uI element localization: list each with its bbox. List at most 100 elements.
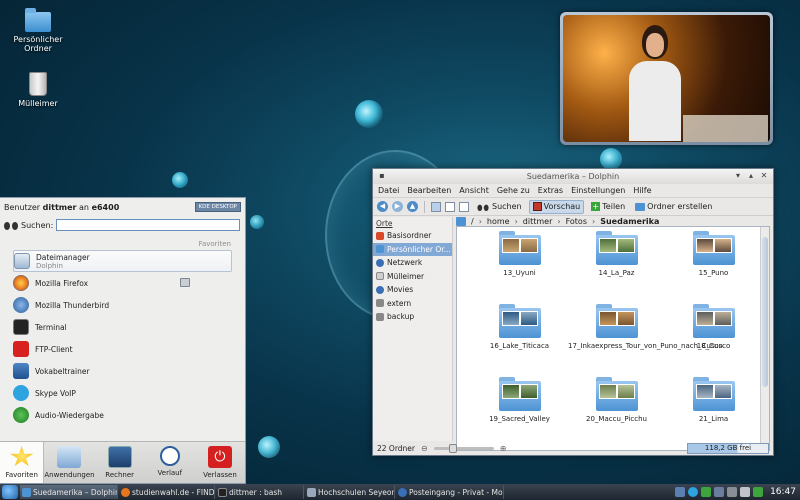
- tab-verlauf[interactable]: Verlauf: [145, 442, 195, 483]
- favorite-item[interactable]: Vokabeltrainer: [13, 360, 232, 382]
- favorite-item[interactable]: Mozilla Firefox: [13, 272, 232, 294]
- menu-hilfe[interactable]: Hilfe: [633, 184, 651, 197]
- folder-item[interactable]: 15_Puno: [665, 231, 762, 304]
- zoom-slider[interactable]: [433, 443, 494, 453]
- scrollbar-handle[interactable]: [762, 237, 768, 387]
- preview-button[interactable]: Vorschau: [528, 199, 585, 214]
- zoom-out-icon[interactable]: ⊖: [421, 444, 428, 453]
- task-hochschulen[interactable]: Hochschulen Seyeong: [305, 485, 395, 499]
- place-extern[interactable]: extern: [373, 297, 452, 311]
- firefox-icon: [13, 275, 29, 291]
- kickoff-search: Suchen:: [0, 212, 245, 234]
- window-menu-icon[interactable]: ▪: [377, 171, 387, 181]
- tray-check-icon[interactable]: [701, 487, 712, 497]
- favorite-item[interactable]: Skype VoIP: [13, 382, 232, 404]
- menu-ansicht[interactable]: Ansicht: [459, 184, 489, 197]
- task-label: Posteingang - Privat - Mo: [409, 487, 503, 497]
- clock[interactable]: 16:47: [770, 487, 796, 497]
- desktop-icon-label: Persönlicher Ordner: [13, 35, 63, 53]
- folder-label: 15_Puno: [698, 269, 729, 277]
- menu-gehe-zu[interactable]: Gehe zu: [497, 184, 530, 197]
- minimize-icon[interactable]: ▾: [733, 171, 743, 181]
- folder-count: 22 Ordner: [377, 443, 415, 453]
- menu-einstellungen[interactable]: Einstellungen: [571, 184, 625, 197]
- vertical-scrollbar[interactable]: [760, 227, 769, 450]
- breadcrumb-current[interactable]: Suedamerika: [600, 217, 659, 226]
- icons-view-icon[interactable]: [431, 201, 441, 212]
- desktop-icon-home-folder[interactable]: Persönlicher Ordner: [3, 8, 73, 53]
- favorite-item[interactable]: Mozilla Thunderbird: [13, 294, 232, 316]
- favorite-item[interactable]: Dateimanager Dolphin: [13, 250, 232, 272]
- file-view[interactable]: 13_Uyuni 14_La_Paz 15_Puno 16_Lake_Titicaca…: [456, 226, 770, 451]
- task-dolphin[interactable]: Suedamerika – Dolphin: [20, 485, 118, 499]
- breadcrumb-root[interactable]: /: [471, 217, 474, 226]
- columns-view-icon[interactable]: [459, 201, 469, 212]
- new-folder-button[interactable]: Ordner erstellen: [632, 200, 715, 214]
- folder-item[interactable]: 19_Sacred_Valley: [471, 377, 568, 450]
- terminal-icon: [13, 319, 29, 335]
- folder-item[interactable]: 18_Cusco: [665, 304, 762, 377]
- favorite-item[interactable]: FTP-Client: [13, 338, 232, 360]
- favorite-item[interactable]: Terminal: [13, 316, 232, 338]
- back-arrow-icon[interactable]: ◀: [377, 201, 388, 212]
- video-widget[interactable]: [560, 12, 773, 145]
- desktop-icon-trash[interactable]: Mülleimer: [3, 72, 73, 108]
- menu-extras[interactable]: Extras: [538, 184, 563, 197]
- video-person: [629, 25, 681, 141]
- details-view-icon[interactable]: [445, 201, 455, 212]
- tab-favoriten[interactable]: Favoriten: [0, 442, 45, 483]
- maximize-icon[interactable]: ▴: [746, 171, 756, 181]
- tray-monitor-icon[interactable]: [675, 487, 686, 497]
- tray-usb-icon[interactable]: [714, 487, 725, 497]
- menu-datei[interactable]: Datei: [378, 184, 399, 197]
- place-trash[interactable]: Mülleimer: [373, 270, 452, 284]
- zoom-slider-handle[interactable]: [449, 443, 458, 453]
- breadcrumb-home[interactable]: home: [487, 217, 510, 226]
- binocular-icon: [4, 220, 18, 230]
- tray-battery-icon[interactable]: [753, 487, 764, 497]
- folder-item[interactable]: 16_Lake_Titicaca: [471, 304, 568, 377]
- favorite-item[interactable]: Audio-Wiedergabe: [13, 404, 232, 426]
- places-panel: Orte Basisordner Persönlicher Or... Netz…: [373, 217, 453, 441]
- folder-item[interactable]: 21_Lima: [665, 377, 762, 450]
- window-titlebar[interactable]: ▪ Suedamerika – Dolphin ▾ ▴ ✕: [373, 169, 773, 184]
- breadcrumb-fotos[interactable]: Fotos: [566, 217, 587, 226]
- folder-item[interactable]: 13_Uyuni: [471, 231, 568, 304]
- folder-item[interactable]: 14_La_Paz: [568, 231, 665, 304]
- tray-skype-icon[interactable]: [688, 487, 699, 497]
- place-backup[interactable]: backup: [373, 310, 452, 324]
- task-thunderbird[interactable]: Posteingang - Privat - Mo: [396, 485, 504, 499]
- up-arrow-icon[interactable]: ▲: [407, 201, 418, 212]
- folder-item[interactable]: 20_Maccu_Picchu: [568, 377, 665, 450]
- firefox-icon: [121, 487, 130, 497]
- chevron-right-icon: ›: [592, 217, 596, 226]
- search-button-label: Suchen: [492, 202, 522, 211]
- favorite-text: Mozilla Thunderbird: [35, 301, 109, 310]
- tray-speaker-icon[interactable]: [727, 487, 738, 497]
- place-network[interactable]: Netzwerk: [373, 256, 452, 270]
- tab-rechner[interactable]: Rechner: [95, 442, 145, 483]
- dolphin-window[interactable]: ▪ Suedamerika – Dolphin ▾ ▴ ✕ Datei Bear…: [372, 168, 774, 456]
- forward-arrow-icon[interactable]: ▶: [392, 201, 403, 212]
- tab-anwendungen[interactable]: Anwendungen: [44, 442, 95, 483]
- folder-item[interactable]: 17_Inkaexpress_Tour_von_Puno_nach_Cusco: [568, 304, 723, 377]
- place-movies[interactable]: Movies: [373, 283, 452, 297]
- search-button[interactable]: Suchen: [473, 200, 525, 214]
- menu-bearbeiten[interactable]: Bearbeiten: [407, 184, 451, 197]
- folder-label: 19_Sacred_Valley: [489, 415, 550, 423]
- zoom-in-icon[interactable]: ⊕: [500, 444, 507, 453]
- task-firefox[interactable]: studienwahl.de - FINDE: [119, 485, 215, 499]
- tray-network-icon[interactable]: [740, 487, 751, 497]
- tab-verlassen[interactable]: ⏻ Verlassen: [195, 442, 245, 483]
- task-terminal[interactable]: dittmer : bash: [216, 485, 304, 499]
- place-basisordner[interactable]: Basisordner: [373, 229, 452, 243]
- place-home[interactable]: Persönlicher Or...: [373, 242, 452, 256]
- kde-menu-button[interactable]: [2, 485, 18, 499]
- skype-icon: [13, 385, 29, 401]
- breadcrumb-dittmer[interactable]: dittmer: [523, 217, 553, 226]
- search-input[interactable]: [56, 219, 240, 231]
- share-button[interactable]: + Teilen: [588, 200, 628, 214]
- close-icon[interactable]: ✕: [759, 171, 769, 181]
- window-body: Orte Basisordner Persönlicher Or... Netz…: [373, 217, 773, 451]
- folder-label: 18_Cusco: [696, 342, 731, 350]
